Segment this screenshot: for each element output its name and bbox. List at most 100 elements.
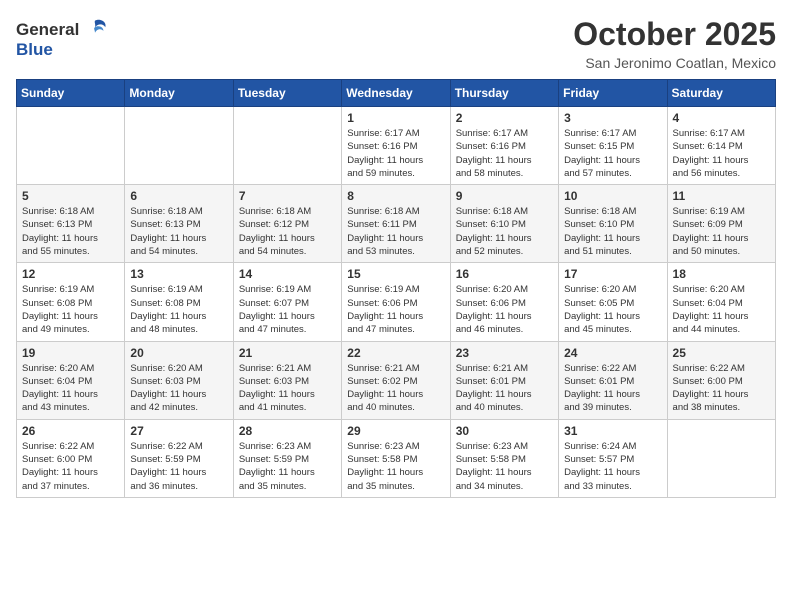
calendar-cell <box>667 419 775 497</box>
title-block: October 2025 San Jeronimo Coatlan, Mexic… <box>573 16 776 71</box>
calendar-cell: 28 Sunrise: 6:23 AM Sunset: 5:59 PM Dayli… <box>233 419 341 497</box>
cell-day-number: 12 <box>22 267 119 281</box>
calendar-cell: 9 Sunrise: 6:18 AM Sunset: 6:10 PM Daylig… <box>450 185 558 263</box>
cell-info-text: Sunrise: 6:18 AM Sunset: 6:10 PM Dayligh… <box>456 205 553 258</box>
cell-day-number: 15 <box>347 267 444 281</box>
cell-info-text: Sunrise: 6:23 AM Sunset: 5:59 PM Dayligh… <box>239 440 336 493</box>
day-header-sunday: Sunday <box>17 80 125 107</box>
calendar-cell: 12 Sunrise: 6:19 AM Sunset: 6:08 PM Dayli… <box>17 263 125 341</box>
logo-general-text: General <box>16 20 79 40</box>
cell-info-text: Sunrise: 6:19 AM Sunset: 6:09 PM Dayligh… <box>673 205 770 258</box>
calendar-cell: 5 Sunrise: 6:18 AM Sunset: 6:13 PM Daylig… <box>17 185 125 263</box>
calendar-cell: 29Sunrise: 6:23 AM Sunset: 5:58 PM Dayli… <box>342 419 450 497</box>
cell-day-number: 6 <box>130 189 227 203</box>
calendar-week-row: 5 Sunrise: 6:18 AM Sunset: 6:13 PM Daylig… <box>17 185 776 263</box>
cell-day-number: 23 <box>456 346 553 360</box>
calendar-week-row: 26Sunrise: 6:22 AM Sunset: 6:00 PM Dayli… <box>17 419 776 497</box>
cell-info-text: Sunrise: 6:24 AM Sunset: 5:57 PM Dayligh… <box>564 440 661 493</box>
calendar-cell: 14Sunrise: 6:19 AM Sunset: 6:07 PM Dayli… <box>233 263 341 341</box>
cell-info-text: Sunrise: 6:20 AM Sunset: 6:04 PM Dayligh… <box>22 362 119 415</box>
cell-day-number: 20 <box>130 346 227 360</box>
calendar-title: October 2025 <box>573 16 776 53</box>
cell-day-number: 27 <box>130 424 227 438</box>
cell-day-number: 7 <box>239 189 336 203</box>
calendar-cell: 17 Sunrise: 6:20 AM Sunset: 6:05 PM Dayli… <box>559 263 667 341</box>
cell-day-number: 18 <box>673 267 770 281</box>
page-header: General Blue October 2025 San Jeronimo C… <box>16 16 776 71</box>
cell-day-number: 22 <box>347 346 444 360</box>
calendar-cell: 1Sunrise: 6:17 AM Sunset: 6:16 PM Daylig… <box>342 107 450 185</box>
cell-day-number: 28 <box>239 424 336 438</box>
logo-blue-text: Blue <box>16 40 109 60</box>
cell-info-text: Sunrise: 6:19 AM Sunset: 6:08 PM Dayligh… <box>130 283 227 336</box>
cell-info-text: Sunrise: 6:22 AM Sunset: 5:59 PM Dayligh… <box>130 440 227 493</box>
calendar-cell: 22 Sunrise: 6:21 AM Sunset: 6:02 PM Dayli… <box>342 341 450 419</box>
calendar-cell: 15 Sunrise: 6:19 AM Sunset: 6:06 PM Dayli… <box>342 263 450 341</box>
calendar-cell: 8Sunrise: 6:18 AM Sunset: 6:11 PM Daylig… <box>342 185 450 263</box>
cell-info-text: Sunrise: 6:22 AM Sunset: 6:00 PM Dayligh… <box>673 362 770 415</box>
cell-day-number: 17 <box>564 267 661 281</box>
cell-info-text: Sunrise: 6:20 AM Sunset: 6:03 PM Dayligh… <box>130 362 227 415</box>
cell-info-text: Sunrise: 6:17 AM Sunset: 6:14 PM Dayligh… <box>673 127 770 180</box>
calendar-cell: 2 Sunrise: 6:17 AM Sunset: 6:16 PM Daylig… <box>450 107 558 185</box>
cell-day-number: 9 <box>456 189 553 203</box>
cell-info-text: Sunrise: 6:17 AM Sunset: 6:16 PM Dayligh… <box>456 127 553 180</box>
day-header-friday: Friday <box>559 80 667 107</box>
calendar-week-row: 12 Sunrise: 6:19 AM Sunset: 6:08 PM Dayli… <box>17 263 776 341</box>
cell-info-text: Sunrise: 6:20 AM Sunset: 6:05 PM Dayligh… <box>564 283 661 336</box>
cell-day-number: 13 <box>130 267 227 281</box>
calendar-cell: 19 Sunrise: 6:20 AM Sunset: 6:04 PM Dayli… <box>17 341 125 419</box>
cell-info-text: Sunrise: 6:18 AM Sunset: 6:13 PM Dayligh… <box>22 205 119 258</box>
calendar-cell: 3Sunrise: 6:17 AM Sunset: 6:15 PM Daylig… <box>559 107 667 185</box>
calendar-cell: 27 Sunrise: 6:22 AM Sunset: 5:59 PM Dayli… <box>125 419 233 497</box>
cell-day-number: 11 <box>673 189 770 203</box>
calendar-cell: 23 Sunrise: 6:21 AM Sunset: 6:01 PM Dayli… <box>450 341 558 419</box>
cell-day-number: 10 <box>564 189 661 203</box>
cell-info-text: Sunrise: 6:19 AM Sunset: 6:08 PM Dayligh… <box>22 283 119 336</box>
cell-info-text: Sunrise: 6:22 AM Sunset: 6:00 PM Dayligh… <box>22 440 119 493</box>
cell-info-text: Sunrise: 6:23 AM Sunset: 5:58 PM Dayligh… <box>347 440 444 493</box>
cell-info-text: Sunrise: 6:17 AM Sunset: 6:15 PM Dayligh… <box>564 127 661 180</box>
day-header-thursday: Thursday <box>450 80 558 107</box>
cell-day-number: 25 <box>673 346 770 360</box>
cell-info-text: Sunrise: 6:21 AM Sunset: 6:01 PM Dayligh… <box>456 362 553 415</box>
calendar-cell <box>125 107 233 185</box>
calendar-table: SundayMondayTuesdayWednesdayThursdayFrid… <box>16 79 776 498</box>
cell-info-text: Sunrise: 6:19 AM Sunset: 6:06 PM Dayligh… <box>347 283 444 336</box>
cell-info-text: Sunrise: 6:20 AM Sunset: 6:04 PM Dayligh… <box>673 283 770 336</box>
calendar-cell: 11 Sunrise: 6:19 AM Sunset: 6:09 PM Dayli… <box>667 185 775 263</box>
logo: General Blue <box>16 16 109 60</box>
day-header-tuesday: Tuesday <box>233 80 341 107</box>
cell-day-number: 4 <box>673 111 770 125</box>
calendar-cell: 16Sunrise: 6:20 AM Sunset: 6:06 PM Dayli… <box>450 263 558 341</box>
calendar-cell: 26Sunrise: 6:22 AM Sunset: 6:00 PM Dayli… <box>17 419 125 497</box>
cell-info-text: Sunrise: 6:23 AM Sunset: 5:58 PM Dayligh… <box>456 440 553 493</box>
calendar-cell: 31Sunrise: 6:24 AM Sunset: 5:57 PM Dayli… <box>559 419 667 497</box>
cell-day-number: 21 <box>239 346 336 360</box>
calendar-cell: 4 Sunrise: 6:17 AM Sunset: 6:14 PM Daylig… <box>667 107 775 185</box>
calendar-week-row: 19 Sunrise: 6:20 AM Sunset: 6:04 PM Dayli… <box>17 341 776 419</box>
calendar-cell: 13 Sunrise: 6:19 AM Sunset: 6:08 PM Dayli… <box>125 263 233 341</box>
cell-info-text: Sunrise: 6:21 AM Sunset: 6:03 PM Dayligh… <box>239 362 336 415</box>
cell-day-number: 24 <box>564 346 661 360</box>
cell-info-text: Sunrise: 6:21 AM Sunset: 6:02 PM Dayligh… <box>347 362 444 415</box>
calendar-cell: 6 Sunrise: 6:18 AM Sunset: 6:13 PM Daylig… <box>125 185 233 263</box>
cell-day-number: 5 <box>22 189 119 203</box>
cell-info-text: Sunrise: 6:18 AM Sunset: 6:13 PM Dayligh… <box>130 205 227 258</box>
calendar-header-row: SundayMondayTuesdayWednesdayThursdayFrid… <box>17 80 776 107</box>
cell-day-number: 19 <box>22 346 119 360</box>
calendar-location: San Jeronimo Coatlan, Mexico <box>573 55 776 71</box>
calendar-cell: 25 Sunrise: 6:22 AM Sunset: 6:00 PM Dayli… <box>667 341 775 419</box>
cell-info-text: Sunrise: 6:17 AM Sunset: 6:16 PM Dayligh… <box>347 127 444 180</box>
calendar-cell: 18 Sunrise: 6:20 AM Sunset: 6:04 PM Dayli… <box>667 263 775 341</box>
cell-info-text: Sunrise: 6:20 AM Sunset: 6:06 PM Dayligh… <box>456 283 553 336</box>
cell-day-number: 14 <box>239 267 336 281</box>
calendar-cell <box>233 107 341 185</box>
cell-day-number: 2 <box>456 111 553 125</box>
calendar-cell <box>17 107 125 185</box>
cell-day-number: 8 <box>347 189 444 203</box>
day-header-wednesday: Wednesday <box>342 80 450 107</box>
day-header-saturday: Saturday <box>667 80 775 107</box>
cell-info-text: Sunrise: 6:18 AM Sunset: 6:10 PM Dayligh… <box>564 205 661 258</box>
calendar-week-row: 1Sunrise: 6:17 AM Sunset: 6:16 PM Daylig… <box>17 107 776 185</box>
